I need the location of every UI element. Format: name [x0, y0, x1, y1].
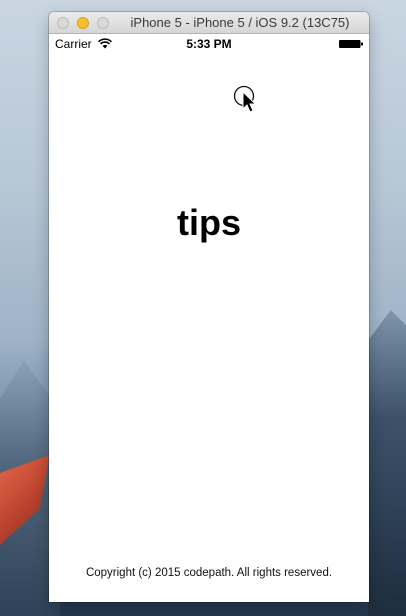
zoom-window-button[interactable] [97, 17, 109, 29]
close-window-button[interactable] [57, 17, 69, 29]
status-bar: Carrier 5:33 PM [49, 34, 369, 54]
desktop-wallpaper-accent [0, 455, 50, 545]
app-title: tips [176, 202, 241, 243]
copyright-text: Copyright (c) 2015 codepath. All rights … [85, 567, 333, 579]
minimize-window-button[interactable] [77, 17, 89, 29]
battery-icon [339, 40, 363, 48]
touch-cursor-icon [233, 85, 257, 113]
window-title-bar[interactable]: iPhone 5 - iPhone 5 / iOS 9.2 (13C75) [49, 12, 369, 34]
simulator-window: iPhone 5 - iPhone 5 / iOS 9.2 (13C75) Ca… [49, 12, 369, 602]
desktop-wallpaper-right [368, 310, 406, 616]
window-title: iPhone 5 - iPhone 5 / iOS 9.2 (13C75) [130, 15, 350, 30]
device-screen[interactable]: Carrier 5:33 PM tips Copyright (c) 2015 … [49, 34, 369, 602]
status-clock: 5:33 PM [186, 37, 232, 51]
